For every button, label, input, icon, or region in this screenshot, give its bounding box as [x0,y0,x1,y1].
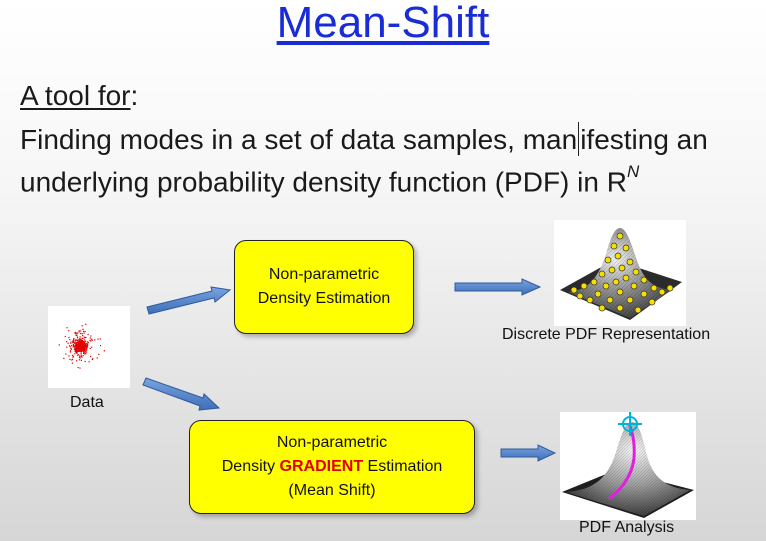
gradient-estimation-box: Non-parametric Density GRADIENT Estimati… [189,420,475,514]
box2-line2-prefix: Density [221,458,280,475]
arrow-gradient-to-analysis [500,444,557,462]
scatter-plot-image [48,306,130,388]
box1-line2: Density Estimation [257,290,391,307]
arrow-density-to-discrete [454,278,542,296]
box2-line1: Non-parametric [276,434,388,451]
arrow-data-to-density [146,286,232,315]
surface-with-path-image [560,412,696,520]
box2-line2: Density GRADIENT Estimation [222,455,443,479]
density-estimation-box: Non-parametric Density Estimation [234,240,414,334]
gradient-highlight: GRADIENT [279,458,364,475]
box2-line3: (Mean Shift) [288,482,376,499]
data-caption: Data [70,394,104,411]
box1-line1: Non-parametric [268,266,380,283]
surface-with-samples-image [554,220,686,326]
arrow-data-to-gradient [142,377,221,411]
discrete-pdf-caption: Discrete PDF Representation [502,326,711,343]
pdf-analysis-caption: PDF Analysis [579,519,675,536]
box2-line2-suffix: Estimation [363,458,443,475]
